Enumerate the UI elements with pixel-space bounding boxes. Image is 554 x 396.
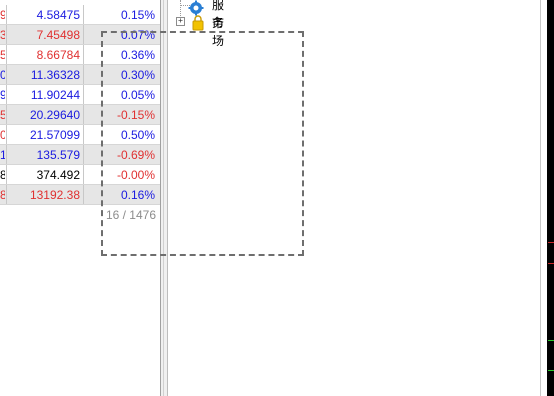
price-cell: 8.66784 bbox=[36, 48, 80, 62]
price-cell: 11.90244 bbox=[30, 88, 80, 102]
prev-value-cell: 5 bbox=[0, 48, 5, 62]
prev-value-cell: 3 bbox=[0, 28, 5, 42]
prev-value-cell: 9 bbox=[0, 88, 5, 102]
change-percent-cell: 0.15% bbox=[120, 8, 155, 22]
prev-value-cell: 8 bbox=[0, 168, 5, 182]
chart-tick bbox=[548, 263, 554, 264]
price-cell: 11.36328 bbox=[30, 68, 80, 82]
price-cell: 20.29640 bbox=[29, 108, 80, 122]
table-row[interactable]: 9 4.58475 0.15% bbox=[0, 5, 160, 25]
chart-background bbox=[547, 0, 554, 396]
price-cell: 21.57099 bbox=[29, 128, 80, 142]
prev-value-cell: 8 bbox=[0, 188, 5, 202]
prev-value-cell: 5 bbox=[0, 108, 5, 122]
price-cell: 13192.38 bbox=[29, 188, 80, 202]
prev-value-cell: 9 bbox=[0, 8, 5, 22]
prev-value-cell: 0 bbox=[0, 68, 5, 82]
prev-value-cell: 1 bbox=[0, 148, 5, 162]
price-cell: 135.579 bbox=[36, 148, 80, 162]
price-cell: 7.45498 bbox=[36, 28, 80, 42]
tree-expand-button[interactable]: + bbox=[176, 17, 185, 26]
chart-tick bbox=[548, 242, 554, 243]
chart-window-edge bbox=[540, 0, 554, 396]
chart-tick bbox=[548, 370, 554, 371]
drag-selection-rectangle bbox=[101, 31, 304, 256]
chart-tick bbox=[548, 340, 554, 341]
price-cell: 4.58475 bbox=[36, 8, 80, 22]
prev-value-cell: 0 bbox=[0, 128, 5, 142]
price-cell: 374.492 bbox=[36, 168, 80, 182]
